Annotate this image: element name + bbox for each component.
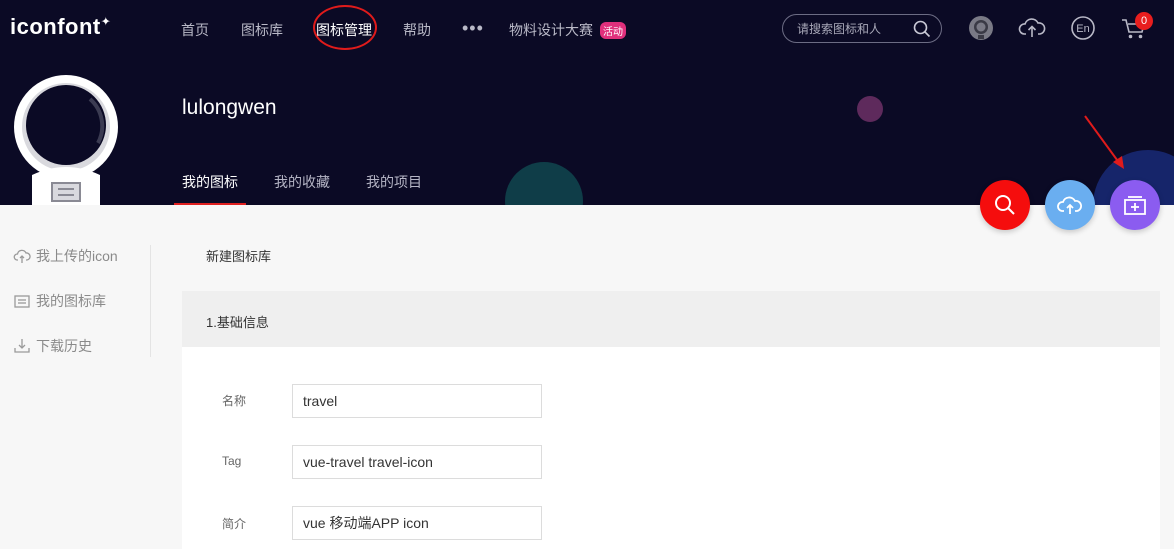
name-label: 名称 — [222, 394, 247, 408]
sidebar-divider — [150, 245, 151, 357]
sidebar-item-label: 我的图标库 — [36, 293, 106, 309]
description-field[interactable] — [292, 506, 542, 540]
sidebar-item-label: 我上传的icon — [36, 248, 118, 264]
user-avatar-icon[interactable] — [967, 14, 995, 42]
tag-label: Tag — [222, 454, 242, 468]
search-button[interactable] — [980, 180, 1030, 230]
language-icon[interactable]: En — [1069, 14, 1097, 42]
search-input[interactable] — [797, 19, 912, 38]
svg-text:En: En — [1076, 23, 1089, 35]
tab-my-icons[interactable]: 我的图标 — [182, 172, 238, 192]
tab-my-favorites[interactable]: 我的收藏 — [274, 172, 330, 192]
sidebar-item-download-history[interactable]: 下载历史 — [13, 336, 92, 356]
download-icon — [14, 339, 30, 353]
cart-count-badge: 0 — [1135, 12, 1153, 30]
nav-home[interactable]: 首页 — [181, 20, 209, 40]
library-icon — [14, 295, 30, 308]
event-badge: 活动 — [600, 22, 626, 39]
page-title: 新建图标库 — [206, 249, 272, 264]
annotation-circle — [313, 5, 377, 50]
sidebar-item-label: 下载历史 — [36, 338, 92, 354]
cloud-upload-icon — [13, 249, 31, 263]
section-title: 1.基础信息 — [206, 315, 269, 330]
profile-header: iconfont✦ 首页 图标库 图标管理 帮助 ••• 物料设计大赛 活动 请… — [0, 0, 1174, 205]
nav-icon-library[interactable]: 图标库 — [241, 20, 283, 40]
avatar — [14, 75, 118, 205]
section-header: 1.基础信息 — [182, 291, 1160, 347]
tab-active-indicator — [174, 203, 246, 205]
top-nav: iconfont✦ 首页 图标库 图标管理 帮助 ••• 物料设计大赛 活动 请… — [0, 0, 1174, 56]
annotation-arrow — [1084, 115, 1124, 169]
sidebar-item-my-uploads[interactable]: 我上传的icon — [13, 246, 118, 266]
upload-cloud-icon — [1057, 196, 1082, 214]
decor-circle — [857, 96, 883, 122]
description-label: 简介 — [222, 517, 247, 531]
search-box — [782, 14, 942, 43]
new-library-icon — [1124, 196, 1146, 215]
upload-icon-button[interactable] — [1045, 180, 1095, 230]
name-field[interactable] — [292, 384, 542, 418]
basic-info-form: 名称 Tag 简介 — [182, 347, 1160, 549]
nav-design-contest[interactable]: 物料设计大赛 — [509, 20, 593, 40]
tab-my-projects[interactable]: 我的项目 — [366, 172, 422, 192]
tag-field[interactable] — [292, 445, 542, 479]
new-library-button[interactable] — [1110, 180, 1160, 230]
search-icon — [995, 195, 1015, 215]
upload-cloud-icon[interactable] — [1018, 14, 1046, 42]
sidebar-item-my-library[interactable]: 我的图标库 — [13, 291, 106, 311]
more-icon[interactable]: ••• — [462, 18, 484, 39]
nav-help[interactable]: 帮助 — [403, 20, 431, 40]
logo[interactable]: iconfont✦ — [10, 14, 111, 40]
decor-circle — [505, 162, 583, 205]
search-icon[interactable] — [913, 20, 931, 38]
profile-username: lulongwen — [182, 96, 277, 119]
